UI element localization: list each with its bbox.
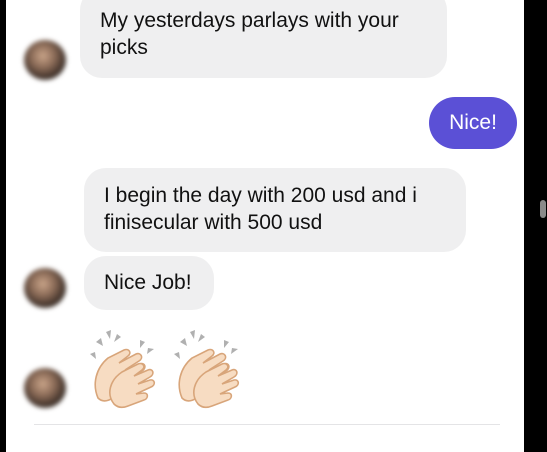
message-bubble-outgoing[interactable]: Nice!	[429, 97, 517, 149]
message-text: My yesterdays parlays with your picks	[100, 9, 399, 59]
emoji-message[interactable]	[84, 328, 254, 410]
message-bubble-incoming[interactable]: I begin the day with 200 usd and i finis…	[84, 168, 466, 252]
message-bubble-incoming[interactable]: My yesterdays parlays with your picks	[80, 0, 447, 78]
contact-avatar[interactable]	[24, 40, 66, 80]
message-text: Nice Job!	[104, 271, 192, 294]
contact-avatar[interactable]	[24, 268, 66, 308]
message-bubble-incoming[interactable]: Nice Job!	[84, 256, 214, 310]
message-text: Nice!	[449, 111, 497, 134]
contact-avatar[interactable]	[24, 368, 66, 408]
clapping-hands-icon	[174, 330, 240, 409]
clapping-hands-icon	[90, 330, 156, 409]
chat-thread: My yesterdays parlays with your picks Ni…	[6, 0, 524, 452]
composer-divider	[34, 424, 500, 425]
scroll-indicator[interactable]	[540, 200, 546, 218]
message-text: I begin the day with 200 usd and i finis…	[104, 184, 417, 234]
